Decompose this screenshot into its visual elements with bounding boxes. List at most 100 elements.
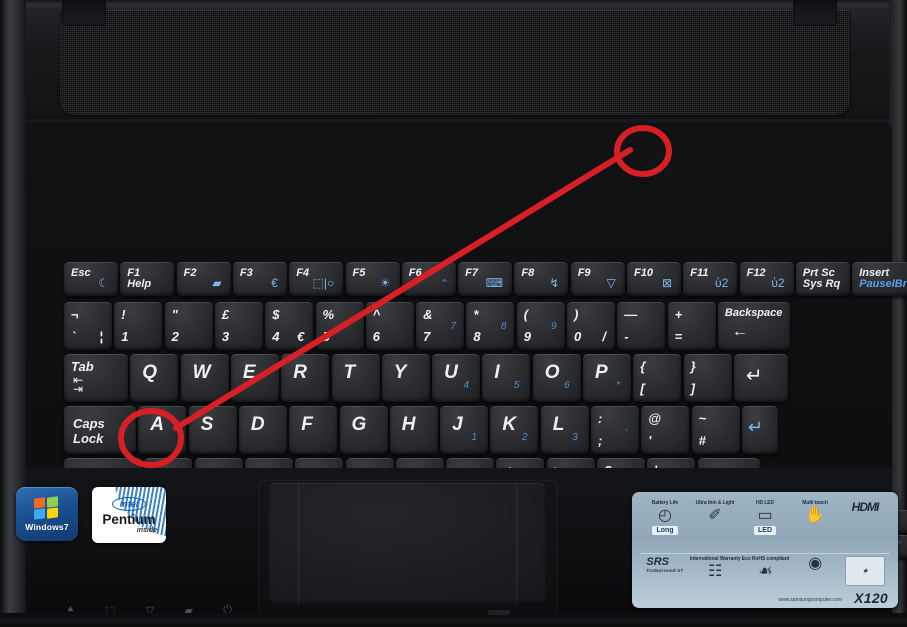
key-label-esc: Esc <box>71 267 91 279</box>
key-label-tab: Tab <box>71 359 94 374</box>
hdmi-icon: HDMI <box>851 500 880 514</box>
key-i[interactable]: I5 <box>482 354 531 402</box>
key-label-f6: F6 <box>408 267 422 279</box>
key-g[interactable]: G <box>339 406 388 454</box>
key-numpad-label-8: 8 <box>500 321 507 332</box>
key-enter[interactable]: ↵ <box>733 354 788 402</box>
key-shift-label-hash: ~ <box>698 411 707 426</box>
key-q[interactable]: Q <box>130 354 179 402</box>
key-sublabel-f1: Help <box>127 278 152 290</box>
key-backtick[interactable]: ¬ ` ¦ <box>64 302 112 350</box>
key-6[interactable]: ^ 6 <box>365 302 414 350</box>
feature-caption: International Warranty <box>689 556 741 562</box>
key-shift-label-equals: + <box>674 307 683 322</box>
key-label-f2: F2 <box>183 267 197 279</box>
feature-caption: Ultra thin & Light <box>695 500 735 506</box>
key-l[interactable]: L3 <box>540 406 589 454</box>
battery-icon: ▰ <box>212 276 222 290</box>
key-label-q: Q <box>142 362 158 383</box>
key-f7[interactable]: F7 ⌨ <box>458 262 513 296</box>
key-label-h: H <box>401 414 416 435</box>
key-f3[interactable]: F3 € <box>232 262 287 296</box>
key-insert[interactable]: InsertPauseIBrk <box>852 262 907 296</box>
key-base-label-0: 0 <box>574 329 582 344</box>
key-numpad-label-o: 6 <box>564 380 570 391</box>
key-0[interactable]: ) 0 / <box>567 302 615 350</box>
key-o[interactable]: O6 <box>532 354 581 402</box>
key-p[interactable]: P * <box>583 354 631 402</box>
windows-sticker: Windows7 <box>16 487 78 541</box>
key-4[interactable]: $4 € <box>265 302 314 350</box>
key-equals[interactable]: + = <box>667 302 716 350</box>
feature-item-leaf-hand-icon: Eco RoHS compliant ☙ <box>741 556 791 580</box>
key-f2[interactable]: F2 ▰ <box>176 262 231 296</box>
key-sublabel-insert: PauseIBrk <box>859 278 907 290</box>
key-2[interactable]: " 2 <box>164 302 213 350</box>
key-shift-label-apostrophe: @ <box>648 411 661 426</box>
key-f11[interactable]: F11 ὑ2 <box>683 262 738 296</box>
key-prtsc[interactable]: Prt Sc Sys Rq <box>795 262 850 296</box>
key-h[interactable]: H <box>389 406 438 454</box>
key-label-f3: F3 <box>239 267 253 279</box>
key-shift-label-7: & <box>423 307 433 322</box>
key-lbracket[interactable]: {[ <box>633 354 682 402</box>
key-backspace[interactable]: Backspace ← <box>717 302 790 350</box>
key-hash[interactable]: ~ # <box>691 406 740 454</box>
key-u[interactable]: U4 <box>432 354 481 402</box>
key-numpad-label-p: * <box>616 380 620 391</box>
key-f4[interactable]: F4 ⬚|○ <box>289 262 344 296</box>
key-3[interactable]: £3 <box>214 302 263 350</box>
multitouch-icon: ✋ <box>805 507 825 524</box>
key-capslock[interactable]: Caps Lock <box>64 406 136 454</box>
key-semicolon[interactable]: :; - <box>591 406 639 454</box>
key-f10[interactable]: F10 ⊠ <box>627 262 681 296</box>
key-k[interactable]: K2 <box>490 406 539 454</box>
key-label-f4: F4 <box>296 267 310 279</box>
key-f6[interactable]: F6 ᵔ <box>401 262 456 296</box>
key-f1[interactable]: F1 Help <box>120 262 175 296</box>
key-numpad-label-k: 2 <box>521 432 528 443</box>
key-numpad-label-semicolon: - <box>624 425 628 436</box>
key-label-f11: F11 <box>690 267 709 279</box>
touchpad-right-button-divider <box>516 483 517 605</box>
key-w[interactable]: W <box>180 354 229 402</box>
key-t[interactable]: T <box>331 354 380 402</box>
key-sublabel-prtsc: Sys Rq <box>802 278 841 290</box>
key-f[interactable]: F <box>289 406 338 454</box>
srs-logo-icon: SRS TruSurround XT <box>646 556 684 573</box>
feature-badge: LED <box>754 526 776 535</box>
key-1[interactable]: ! 1 <box>114 302 163 350</box>
key-f9[interactable]: F9 ▽ <box>570 262 625 296</box>
key-s[interactable]: S <box>188 406 237 454</box>
key-d[interactable]: D <box>238 406 287 454</box>
key-rbracket[interactable]: }] <box>683 354 732 402</box>
key-7[interactable]: & 7 7 <box>416 302 465 350</box>
key-apostrophe[interactable]: @ ' <box>641 406 690 454</box>
laptop-photo: Esc ☾ F1 Help F2 ▰ F3 € F4 ⬚|○ F5 ☀ F6 ᵔ F7 ⌨ F8 ↯ F9 ▽ F10 ⊠… <box>0 0 907 627</box>
key-f5[interactable]: F5 ☀ <box>345 262 400 296</box>
key-tab[interactable]: Tab ⇤ ⇥ <box>64 354 128 402</box>
key-r[interactable]: R <box>281 354 330 402</box>
key-5[interactable]: % 5 <box>315 302 364 350</box>
key-shift-label-5: % <box>322 307 335 322</box>
key-8[interactable]: * 8 8 <box>466 302 515 350</box>
key-f8[interactable]: F8 ↯ <box>514 262 569 296</box>
key-j[interactable]: J1 <box>440 406 489 454</box>
key-label-f7: F7 <box>465 267 478 279</box>
key-minus[interactable]: — - <box>617 302 666 350</box>
key-label-s: S <box>200 414 214 435</box>
key-esc[interactable]: Esc ☾ <box>64 262 118 296</box>
chassis-top-edge <box>0 0 907 9</box>
key-base-label-5: 5 <box>322 329 330 344</box>
keyboard-light-icon: ⌨ <box>485 276 504 290</box>
key-y[interactable]: Y <box>381 354 430 402</box>
key-a[interactable]: A <box>138 406 187 454</box>
key-f12[interactable]: F12 ὑ2 <box>739 262 794 296</box>
keyboard-deck: Esc ☾ F1 Help F2 ▰ F3 € F4 ⬚|○ F5 ☀ F6 ᵔ F7 ⌨ F8 ↯ F9 ▽ F10 ⊠… <box>26 126 907 559</box>
energy-star-icon: ★ <box>845 556 886 586</box>
key-enter2[interactable]: ↵ <box>741 406 778 454</box>
key-shift-label-rbracket: } <box>690 359 696 374</box>
touchpad[interactable] <box>268 483 546 605</box>
key-9[interactable]: (9 9 <box>516 302 565 350</box>
key-e[interactable]: E <box>230 354 279 402</box>
